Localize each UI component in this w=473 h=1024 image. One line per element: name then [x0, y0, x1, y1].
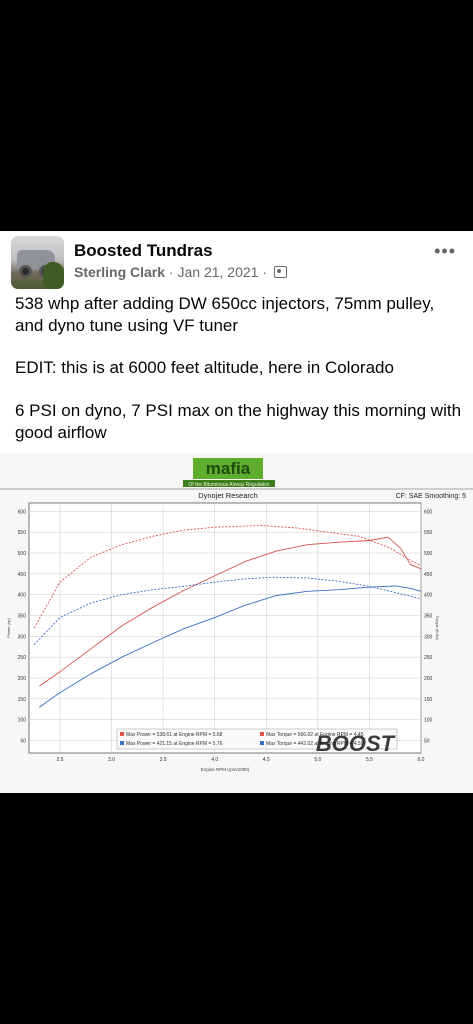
logo-text: mafia [206, 459, 251, 478]
y-tick-label-0: 600 [18, 509, 27, 515]
group-avatar[interactable] [11, 236, 64, 289]
legend-swatch-3 [260, 741, 264, 745]
y-tick-label-11: 50 [20, 739, 26, 745]
y2-tick-label-6: 300 [424, 634, 433, 640]
post-text-paragraph-2: EDIT: this is at 6000 feet altitude, her… [15, 358, 394, 377]
legend-swatch-2 [120, 741, 124, 745]
cf-smoothing-label: CF: SAE Smoothing: 5 [396, 493, 467, 500]
y2-tick-label-9: 150 [424, 697, 433, 703]
y-tick-label-10: 100 [18, 718, 27, 724]
y-tick-label-7: 250 [18, 655, 27, 661]
legend-swatch-1 [260, 732, 264, 736]
y-tick-label-1: 550 [18, 530, 27, 536]
x-tick-label-1: 3.0 [108, 757, 115, 763]
y2-tick-label-2: 500 [424, 551, 433, 557]
post-date-link[interactable]: Jan 21, 2021 [177, 264, 258, 280]
y2-tick-label-5: 350 [424, 614, 433, 620]
x-tick-label-6: 5.5 [366, 757, 373, 763]
y-tick-label-9: 150 [18, 697, 27, 703]
y2-axis-label: Torque (ft-lbs) [435, 616, 440, 641]
y-tick-label-5: 350 [18, 614, 27, 620]
y-tick-label-6: 300 [18, 634, 27, 640]
y-tick-label-4: 400 [18, 593, 27, 599]
post-text-paragraph-1: 538 whp after adding DW 650cc injectors,… [15, 294, 435, 335]
group-members-icon [273, 266, 287, 278]
more-options-button[interactable]: ••• [434, 241, 456, 262]
y-tick-label-8: 200 [18, 676, 27, 682]
y2-tick-label-4: 400 [424, 593, 433, 599]
watermark-text: BOOST [316, 731, 396, 756]
legend-entry-0: Max Power = 538.61 at Engine RPM = 5.68 [126, 732, 223, 738]
x-tick-label-0: 2.5 [56, 757, 63, 763]
post-meta: Sterling Clark · Jan 21, 2021 · [74, 264, 287, 280]
x-tick-label-2: 3.5 [160, 757, 167, 763]
y2-tick-label-11: 50 [424, 739, 430, 745]
logo-subtitle: Of the Bituminous Airway Regulation [188, 482, 269, 488]
x-tick-label-3: 4.0 [211, 757, 218, 763]
y2-tick-label-0: 600 [424, 509, 433, 515]
x-tick-label-7: 6.0 [418, 757, 425, 763]
x-axis-label: Engine RPM (rpm/1000) [201, 767, 250, 772]
legend-entry-2: Max Power = 421.15 at Engine RPM = 5.76 [126, 741, 223, 747]
y2-tick-label-3: 450 [424, 572, 433, 578]
author-name-link[interactable]: Sterling Clark [74, 264, 165, 280]
y2-tick-label-1: 550 [424, 530, 433, 536]
post-image-dyno-chart[interactable]: mafia Of the Bituminous Airway Regulatio… [0, 453, 473, 793]
facebook-post-card: Boosted Tundras Sterling Clark · Jan 21,… [0, 231, 473, 793]
group-name-link[interactable]: Boosted Tundras [74, 241, 213, 261]
x-tick-label-4: 4.5 [263, 757, 270, 763]
y2-tick-label-7: 250 [424, 655, 433, 661]
post-text-paragraph-3: 6 PSI on dyno, 7 PSI max on the highway … [15, 401, 462, 442]
y-axis-label: Power (hp) [6, 618, 11, 638]
chart-brand: Dynojet Research [198, 491, 258, 500]
legend-swatch-0 [120, 732, 124, 736]
y-tick-label-2: 500 [18, 551, 27, 557]
y-tick-label-3: 450 [18, 572, 27, 578]
x-tick-label-5: 5.0 [314, 757, 321, 763]
dyno-chart-svg: mafia Of the Bituminous Airway Regulatio… [0, 458, 473, 772]
y2-tick-label-10: 100 [424, 718, 433, 724]
y2-tick-label-8: 200 [424, 676, 433, 682]
